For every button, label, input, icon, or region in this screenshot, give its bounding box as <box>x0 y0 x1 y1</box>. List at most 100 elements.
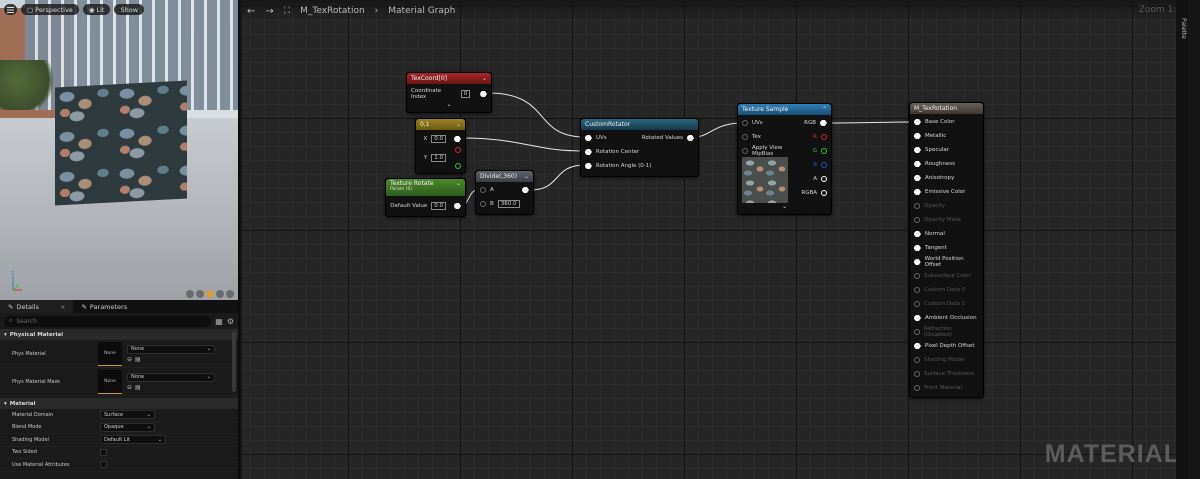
close-icon[interactable]: × <box>60 303 65 311</box>
gear-icon[interactable]: ⚙ <box>227 317 234 326</box>
divide-a-input-pin[interactable] <box>480 187 486 193</box>
section-material[interactable]: ▾ Material <box>0 398 238 409</box>
phys-material-thumbnail[interactable]: None <box>98 341 122 366</box>
blend-mode-dropdown[interactable]: Opaque ⌄ <box>100 422 155 432</box>
details-scrollbar[interactable] <box>232 332 236 392</box>
plane-mesh-icon[interactable] <box>206 290 214 298</box>
cube-mesh-icon[interactable] <box>216 290 224 298</box>
expand-chevron-icon[interactable]: ⌄ <box>742 203 827 211</box>
use-material-attributes-checkbox[interactable] <box>100 461 107 469</box>
tab-parameters[interactable]: ✎ Parameters <box>73 300 135 313</box>
divide-b-value-field[interactable]: 360.0 <box>497 200 520 208</box>
node-texture-sample[interactable]: Texture Sample ⌃ UVs RGB Tex R Apply Vie… <box>737 103 832 215</box>
result-input-pin[interactable] <box>914 133 921 139</box>
node-custom-rotator[interactable]: CustomRotator UVs Rotated Values Rotatio… <box>580 118 699 177</box>
phys-material-mask-dropdown[interactable]: None ⌄ <box>127 372 215 382</box>
breadcrumb-asset[interactable]: M_TexRotation <box>300 6 365 16</box>
material-preview-viewport[interactable]: ▢ Perspective ◉ Lit Show Z <box>0 0 240 300</box>
texsample-uvs-label: UVs <box>752 120 763 126</box>
node-texture-sample-title[interactable]: Texture Sample ⌃ <box>738 104 831 115</box>
folder-icon[interactable]: ▤ <box>135 384 141 391</box>
node-texture-rotate-title[interactable]: Texture Rotate Param (0) ⌄ <box>386 179 465 196</box>
palette-sidebar[interactable]: Palette <box>1176 0 1188 479</box>
result-input-pin[interactable] <box>914 245 921 251</box>
chevron-down-icon[interactable]: ⌄ <box>482 75 487 82</box>
two-sided-checkbox[interactable] <box>100 448 107 456</box>
default-value-field[interactable]: 0.0 <box>431 202 446 210</box>
y-value-field[interactable]: 1.0 <box>431 154 446 162</box>
expand-chevron-icon[interactable]: ⌄ <box>411 101 487 109</box>
result-input-pin[interactable] <box>914 189 921 195</box>
show-button[interactable]: Show <box>114 4 145 15</box>
shading-model-dropdown[interactable]: Default Lit ⌄ <box>100 435 166 445</box>
section-physical-material[interactable]: ▾ Physical Material <box>0 329 238 340</box>
rgba-output-pin[interactable] <box>821 190 827 196</box>
divide-b-input-pin[interactable] <box>480 201 486 207</box>
sphere-mesh-icon[interactable] <box>196 290 204 298</box>
tab-details[interactable]: ✎ Details × <box>0 300 74 313</box>
lit-button[interactable]: ◉ Lit <box>82 4 111 15</box>
custom-uvs-input-pin[interactable] <box>585 135 592 141</box>
result-input-pin[interactable] <box>914 231 921 237</box>
divide-output-pin[interactable] <box>522 187 529 193</box>
phys-material-dropdown[interactable]: None ⌄ <box>127 344 215 354</box>
tab-details-label: Details <box>16 302 39 311</box>
constant2-output-pin[interactable] <box>454 136 461 142</box>
custom-rotation-center-input-pin[interactable] <box>585 149 592 155</box>
node-material-result-title[interactable]: M_TexRotation <box>910 103 983 114</box>
result-input-pin[interactable] <box>914 343 921 349</box>
custom-mesh-icon[interactable] <box>226 290 234 298</box>
coordinate-index-field[interactable]: 0 <box>460 90 471 98</box>
result-input-pin[interactable] <box>914 147 921 153</box>
texsample-uvs-input-pin[interactable] <box>742 120 748 126</box>
node-divide[interactable]: Divide(,360) ⌄ A B 360.0 <box>475 170 534 215</box>
back-arrow-icon[interactable]: ← <box>247 6 255 17</box>
texture-rotate-output-pin[interactable] <box>454 203 461 209</box>
search-input[interactable]: ⌕ Search <box>4 315 212 327</box>
b-output-pin[interactable] <box>821 162 827 168</box>
result-input-pin[interactable] <box>914 259 921 265</box>
constant2-g-pin[interactable] <box>455 163 461 169</box>
g-output-pin[interactable] <box>821 148 827 154</box>
forward-arrow-icon[interactable]: → <box>265 6 273 17</box>
texsample-mipbias-input-pin[interactable] <box>742 148 748 154</box>
material-graph-canvas[interactable]: ← → ⛶ M_TexRotation › Material Graph Zoo… <box>242 0 1188 479</box>
rgb-output-pin[interactable] <box>820 120 827 126</box>
custom-rotation-angle-input-pin[interactable] <box>585 163 592 169</box>
node-texcoord-title[interactable]: TexCoord[0] ⌄ <box>407 73 491 84</box>
node-divide-title[interactable]: Divide(,360) ⌄ <box>476 171 533 182</box>
perspective-button[interactable]: ▢ Perspective <box>21 4 79 15</box>
x-value-field[interactable]: 0.0 <box>431 135 446 143</box>
texsample-tex-input-pin[interactable] <box>742 134 748 140</box>
rotated-values-output-pin[interactable] <box>687 135 694 141</box>
node-texcoord[interactable]: TexCoord[0] ⌄ Coordinate Index 0 ⌄ <box>406 72 492 113</box>
result-input-pin[interactable] <box>914 119 921 125</box>
a-output-pin[interactable] <box>821 176 827 182</box>
grid-view-icon[interactable]: ▦ <box>215 317 223 326</box>
chevron-down-icon[interactable]: ⌄ <box>456 180 461 187</box>
browse-arrow-icon[interactable]: ⊖ <box>127 356 132 363</box>
chevron-down-icon[interactable]: ⌄ <box>524 173 529 180</box>
constant2-r-pin[interactable] <box>455 147 461 153</box>
phys-material-mask-thumbnail[interactable]: None <box>98 369 122 394</box>
chevron-up-icon[interactable]: ⌃ <box>822 106 827 113</box>
breadcrumb-graph[interactable]: Material Graph <box>388 6 455 16</box>
node-constant2vector-title[interactable]: 0,1 ⌄ <box>416 119 465 130</box>
result-pin-row: Refraction (Disabled) <box>914 325 979 339</box>
browse-arrow-icon[interactable]: ⊖ <box>127 384 132 391</box>
node-constant2vector[interactable]: 0,1 ⌄ X 0.0 Y 1.0 <box>415 118 466 174</box>
result-input-pin[interactable] <box>914 175 921 181</box>
node-custom-rotator-title[interactable]: CustomRotator <box>581 119 698 130</box>
folder-icon[interactable]: ▤ <box>135 356 141 363</box>
node-material-result[interactable]: M_TexRotation Base Color Metallic Specular… <box>909 102 984 398</box>
texcoord-output-pin[interactable] <box>480 91 487 97</box>
node-texture-rotate-param[interactable]: Texture Rotate Param (0) ⌄ Default Value… <box>385 178 466 217</box>
result-input-pin[interactable] <box>914 161 921 167</box>
hamburger-menu-icon[interactable] <box>4 4 17 15</box>
material-domain-dropdown[interactable]: Surface ⌄ <box>100 410 155 420</box>
cylinder-mesh-icon[interactable] <box>186 290 194 298</box>
result-input-pin[interactable] <box>914 315 921 321</box>
r-output-pin[interactable] <box>821 134 827 140</box>
palette-tab-label[interactable]: Palette <box>1180 18 1187 39</box>
chevron-down-icon[interactable]: ⌄ <box>456 121 461 128</box>
